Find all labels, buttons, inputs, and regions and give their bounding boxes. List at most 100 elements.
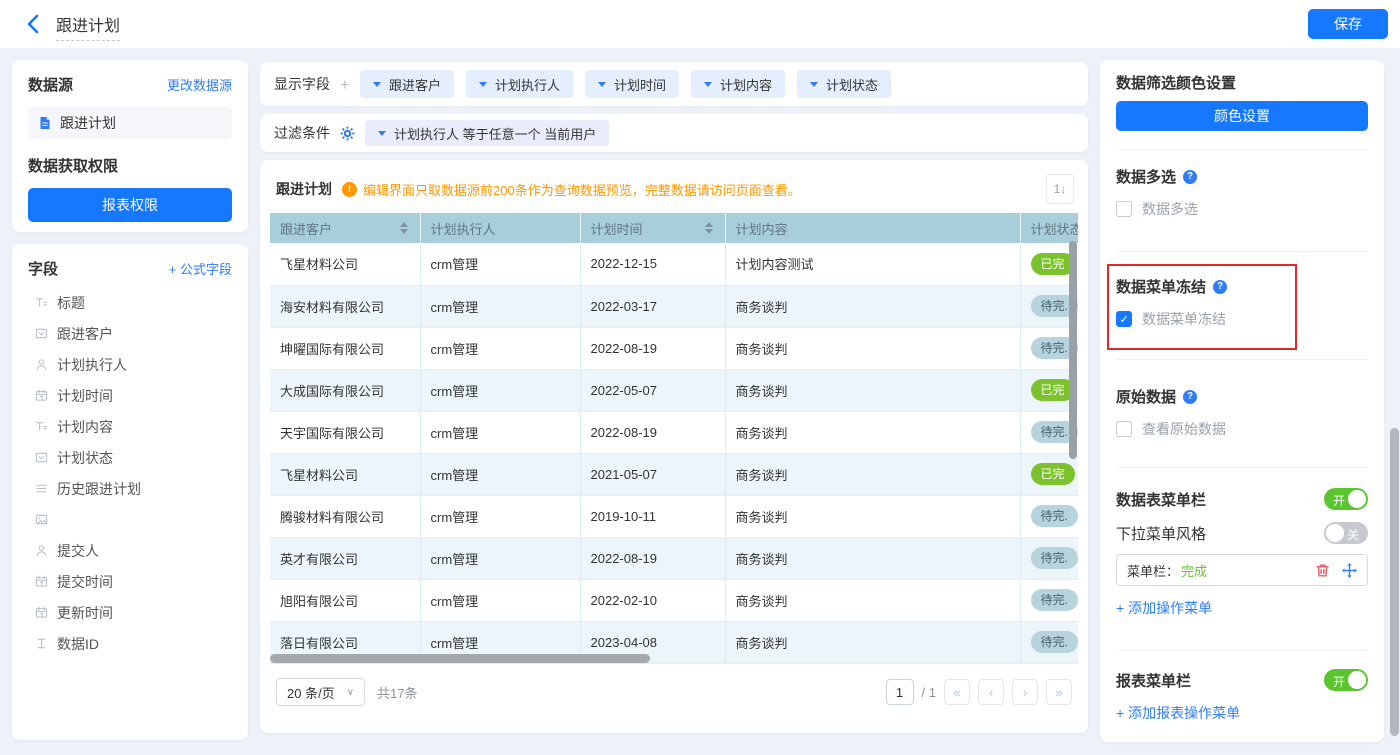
change-datasource-link[interactable]: 更改数据源 <box>167 75 232 94</box>
pagination: 20 条/页 ∨ 共17条 / 1 «‹›» <box>260 664 1088 706</box>
raw-data-checkbox[interactable] <box>1116 421 1132 437</box>
table-cell: 2021-05-07 <box>580 453 725 495</box>
field-item[interactable]: 更新时间 <box>28 597 232 628</box>
table-row[interactable]: 坤曜国际有限公司crm管理2022-08-19商务谈判待完. <box>270 327 1078 369</box>
table-cell: 旭阳有限公司 <box>270 579 420 621</box>
next-page-button[interactable]: › <box>1012 679 1038 705</box>
table-row[interactable]: 旭阳有限公司crm管理2022-02-10商务谈判待完. <box>270 579 1078 621</box>
multiselect-checkbox[interactable] <box>1116 201 1132 217</box>
prev-page-button[interactable]: ‹ <box>978 679 1004 705</box>
table-row[interactable]: 大成国际有限公司crm管理2022-05-07商务谈判已完 <box>270 369 1078 411</box>
field-item[interactable]: 提交时间 <box>28 566 232 597</box>
field-item[interactable]: 历史跟进计划 <box>28 473 232 504</box>
field-item[interactable] <box>28 504 232 535</box>
table-horizontal-scrollbar[interactable] <box>270 654 650 663</box>
warning-text: 编辑界面只取数据源前200条作为查询数据预览，完整数据请访问页面查看。 <box>363 180 801 199</box>
date-icon <box>34 389 48 403</box>
help-icon[interactable]: ? <box>1183 390 1197 404</box>
table-cell: 商务谈判 <box>725 495 1020 537</box>
field-item[interactable]: 跟进客户 <box>28 318 232 349</box>
table-row[interactable]: 飞星材料公司crm管理2021-05-07商务谈判已完 <box>270 453 1078 495</box>
page-title[interactable]: 跟进计划 <box>56 12 120 41</box>
last-page-button[interactable]: » <box>1046 679 1072 705</box>
display-field-chip[interactable]: 计划内容 <box>691 70 785 98</box>
filter-condition-text: 计划执行人 等于任意一个 当前用户 <box>394 124 596 143</box>
page-input[interactable] <box>886 679 914 705</box>
field-label: 更新时间 <box>57 603 113 623</box>
table-row[interactable]: 英才有限公司crm管理2022-08-19商务谈判待完. <box>270 537 1078 579</box>
report-menu-title: 报表菜单栏 <box>1116 670 1191 691</box>
table-cell: 商务谈判 <box>725 285 1020 327</box>
table-cell: crm管理 <box>420 285 580 327</box>
report-menu-toggle[interactable]: 开 <box>1324 669 1368 691</box>
back-icon[interactable] <box>26 13 46 35</box>
field-label: 提交人 <box>57 541 99 561</box>
table-card: 跟进计划 ! 编辑界面只取数据源前200条作为查询数据预览，完整数据请访问页面查… <box>260 160 1088 733</box>
save-button[interactable]: 保存 <box>1308 9 1388 39</box>
filter-label: 过滤条件 <box>274 123 330 143</box>
select-icon <box>34 327 48 341</box>
table-cell: 2022-08-19 <box>580 327 725 369</box>
color-settings-button[interactable]: 颜色设置 <box>1116 101 1368 131</box>
field-item[interactable]: 数据ID <box>28 628 232 659</box>
default-sort-button[interactable]: 1↓ <box>1046 174 1074 204</box>
table-cell: 商务谈判 <box>725 621 1020 663</box>
datasource-item[interactable]: 跟进计划 <box>28 107 232 139</box>
table-cell: 2019-10-11 <box>580 495 725 537</box>
divider <box>1116 359 1368 360</box>
table-menu-toggle[interactable]: 开 <box>1324 488 1368 510</box>
help-icon[interactable]: ? <box>1213 280 1227 294</box>
menu-bar-value: 完成 <box>1181 561 1207 580</box>
dropdown-style-label: 下拉菜单风格 <box>1116 523 1206 544</box>
table-row[interactable]: 飞星材料公司crm管理2022-12-15计划内容测试已完 <box>270 243 1078 285</box>
chevron-down-icon <box>378 131 386 136</box>
field-item[interactable]: 计划执行人 <box>28 349 232 380</box>
first-page-button[interactable]: « <box>944 679 970 705</box>
freeze-checkbox[interactable] <box>1116 311 1132 327</box>
filter-condition-chip[interactable]: 计划执行人 等于任意一个 当前用户 <box>365 120 609 146</box>
chevron-down-icon <box>810 82 818 87</box>
permission-title: 数据获取权限 <box>28 155 232 176</box>
display-field-chip[interactable]: 跟进客户 <box>360 70 454 98</box>
report-permission-button[interactable]: 报表权限 <box>28 188 232 222</box>
add-report-action-menu-link[interactable]: + 添加报表操作菜单 <box>1116 703 1368 723</box>
date-icon <box>34 606 48 620</box>
field-item[interactable]: 标题 <box>28 287 232 318</box>
status-badge: 待完. <box>1031 505 1078 527</box>
dropdown-style-toggle[interactable]: 关 <box>1324 522 1368 544</box>
page-size-select[interactable]: 20 条/页 ∨ <box>276 678 365 706</box>
field-item[interactable]: 计划内容 <box>28 411 232 442</box>
move-icon[interactable] <box>1342 563 1357 578</box>
field-item[interactable]: 提交人 <box>28 535 232 566</box>
display-field-chip[interactable]: 计划状态 <box>797 70 891 98</box>
display-field-chip[interactable]: 计划执行人 <box>466 70 573 98</box>
page-scrollbar[interactable] <box>1390 428 1399 736</box>
table-cell: 商务谈判 <box>725 369 1020 411</box>
table-row[interactable]: 天宇国际有限公司crm管理2022-08-19商务谈判待完. <box>270 411 1078 453</box>
field-item[interactable]: 计划时间 <box>28 380 232 411</box>
table-cell: 计划内容测试 <box>725 243 1020 285</box>
add-display-field-button[interactable]: + <box>340 76 350 93</box>
table-vertical-scrollbar[interactable] <box>1069 241 1077 459</box>
add-action-menu-link[interactable]: + 添加操作菜单 <box>1116 598 1368 618</box>
add-formula-field-link[interactable]: + 公式字段 <box>169 259 232 278</box>
table-cell: 天宇国际有限公司 <box>270 411 420 453</box>
field-item[interactable]: 计划状态 <box>28 442 232 473</box>
gear-icon[interactable] <box>340 126 355 141</box>
chevron-down-icon <box>373 82 381 87</box>
table-row[interactable]: 海安材料有限公司crm管理2022-03-17商务谈判待完. <box>270 285 1078 327</box>
sort-icon[interactable] <box>705 222 715 234</box>
image-icon <box>34 513 48 527</box>
display-fields-card: 显示字段 + 跟进客户计划执行人计划时间计划内容计划状态 <box>260 62 1088 106</box>
table-row[interactable]: 腾骏材料有限公司crm管理2019-10-11商务谈判待完. <box>270 495 1078 537</box>
table-cell: 2022-03-17 <box>580 285 725 327</box>
help-icon[interactable]: ? <box>1183 170 1197 184</box>
menu-bar-item[interactable]: 菜单栏： 完成 <box>1116 554 1368 586</box>
divider <box>1116 751 1368 752</box>
multiselect-title: 数据多选 ? <box>1116 166 1368 187</box>
delete-icon[interactable] <box>1315 563 1330 578</box>
sort-icon[interactable] <box>400 222 410 234</box>
field-list: 标题跟进客户计划执行人计划时间计划内容计划状态历史跟进计划提交人提交时间更新时间… <box>28 287 232 659</box>
display-field-chip[interactable]: 计划时间 <box>585 70 679 98</box>
table-cell: crm管理 <box>420 411 580 453</box>
